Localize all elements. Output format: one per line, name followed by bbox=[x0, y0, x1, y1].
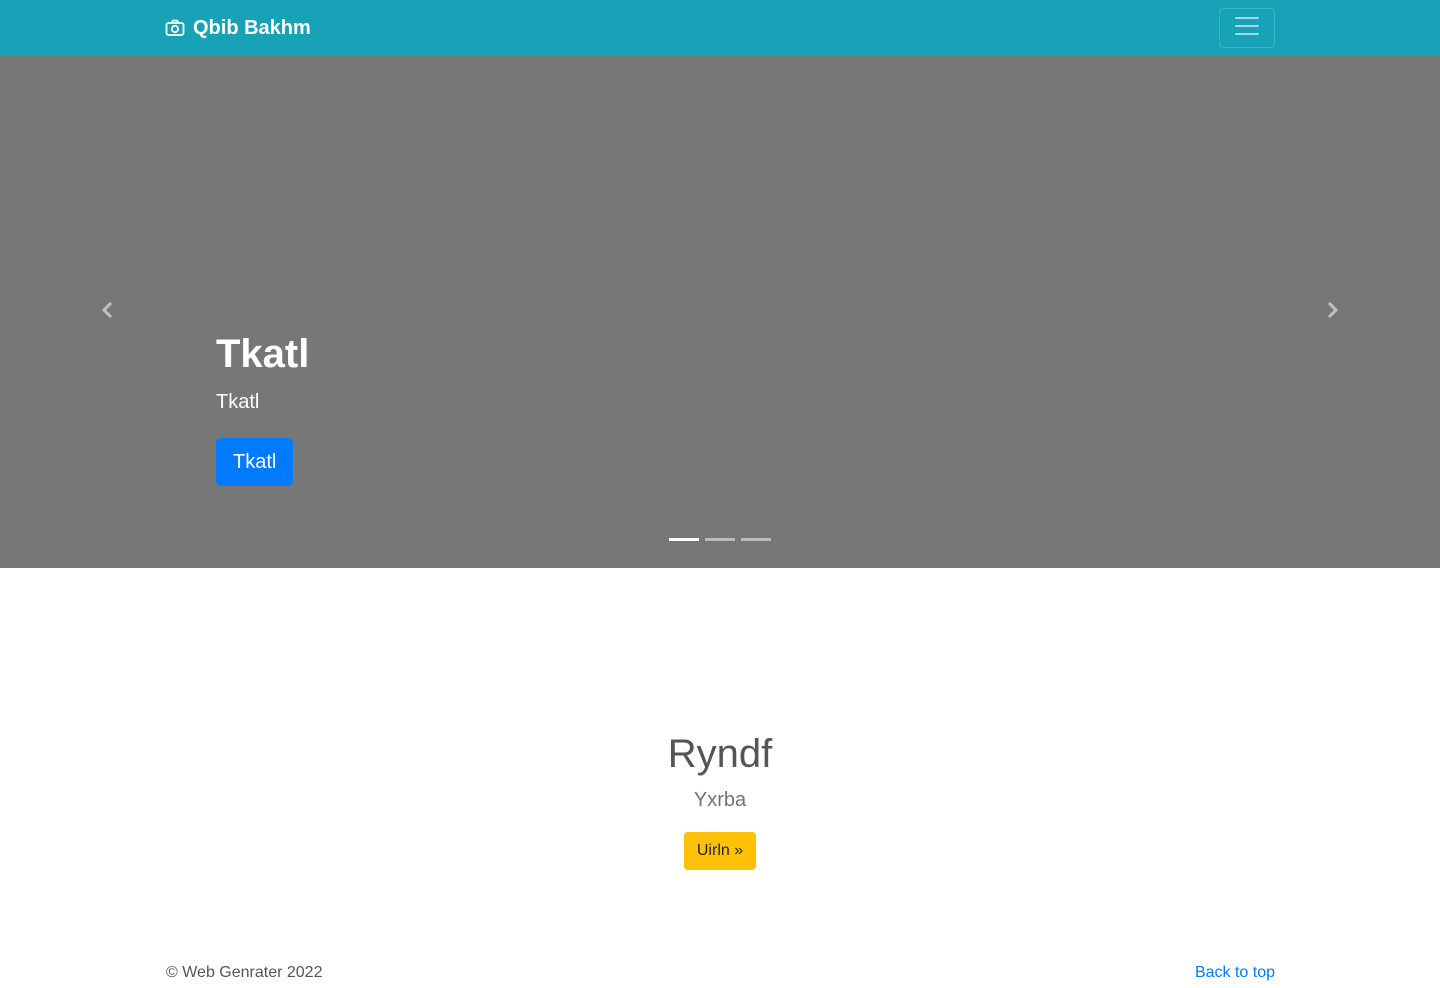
feature-section: Ryndf Yxrba Uirln » bbox=[0, 728, 1440, 870]
footer-copyright: © Web Genrater 2022 bbox=[166, 964, 323, 981]
slide-action-button[interactable]: Tkatl bbox=[216, 438, 294, 486]
section-action-button[interactable]: Uirln » bbox=[683, 832, 757, 870]
footer: © Web Genrater 2022 Back to top bbox=[0, 964, 1440, 988]
carousel-indicator-3[interactable] bbox=[741, 538, 771, 541]
section-heading: Ryndf bbox=[667, 732, 773, 776]
carousel-indicators bbox=[0, 538, 1440, 544]
chevron-right-icon bbox=[1322, 300, 1342, 325]
carousel-caption: Tkatl Tkatl Tkatl bbox=[216, 328, 1016, 486]
camera-icon bbox=[165, 18, 185, 38]
brand-link[interactable]: Qbib Bakhm bbox=[165, 0, 311, 56]
hamburger-menu-icon bbox=[1232, 11, 1262, 46]
hero-carousel: Tkatl Tkatl Tkatl bbox=[0, 56, 1440, 568]
slide-subtitle: Tkatl bbox=[216, 391, 260, 413]
navbar: Qbib Bakhm bbox=[0, 0, 1440, 56]
carousel-prev-button[interactable] bbox=[0, 56, 216, 568]
carousel-indicator-2[interactable] bbox=[705, 538, 735, 541]
slide-title: Tkatl bbox=[216, 332, 310, 376]
navbar-toggler-button[interactable] bbox=[1219, 8, 1275, 48]
back-to-top-link[interactable]: Back to top bbox=[1195, 964, 1275, 982]
carousel-indicator-1[interactable] bbox=[669, 538, 699, 541]
brand-name: Qbib Bakhm bbox=[193, 16, 311, 39]
section-lead: Yxrba bbox=[693, 789, 747, 811]
carousel-next-button[interactable] bbox=[1224, 56, 1440, 568]
chevron-left-icon bbox=[98, 300, 118, 325]
